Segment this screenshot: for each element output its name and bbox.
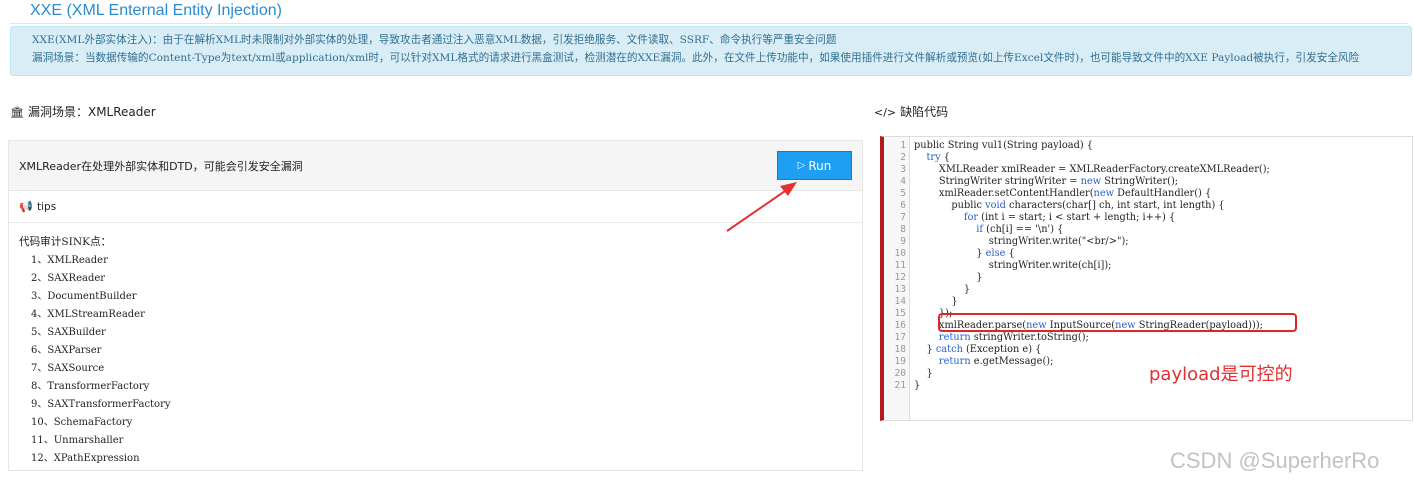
sink-item: 1、XMLReader: [31, 255, 108, 266]
code-line: for (int i = start; i < start + length; …: [963, 212, 1176, 223]
scenario-card: XMLReader在处理外部实体和DTD，可能会引发安全漏洞 ▷ Run 📢 ti…: [8, 140, 863, 471]
payload-annotation: payload是可控的: [1149, 364, 1293, 385]
code-line: return stringWriter.toString();: [938, 332, 1089, 343]
line-number: 15: [894, 308, 906, 319]
sink-item: 5、SAXBuilder: [31, 327, 106, 338]
page-title: XXE (XML Enternal Entity Injection): [30, 2, 282, 19]
scenario-title-text: 漏洞场景：XMLReader: [27, 105, 156, 119]
code-line: if (ch[i] == '\n') {: [976, 224, 1064, 235]
info-alert: XXE(XML外部实体注入)：由于在解析XML时未限制对外部实体的处理，导致攻击…: [10, 26, 1412, 76]
sink-item: 6、SAXParser: [31, 345, 102, 356]
megaphone-icon: 📢: [19, 200, 33, 213]
alert-description: XXE(XML外部实体注入)：由于在解析XML时未限制对外部实体的处理，导致攻击…: [32, 34, 837, 46]
line-number: 9: [900, 236, 906, 247]
code-viewer: 1 2 3 4 5 6 7 8 9 10 11 12 13 14 15 16 17 18 19 20 21 public…: [880, 136, 1413, 421]
line-number: 4: [900, 176, 906, 187]
sink-item: 4、XMLStreamReader: [31, 309, 145, 320]
sink-item: 11、Unmarshaller: [31, 435, 124, 446]
code-line: } else {: [914, 248, 1015, 259]
line-number: 12: [894, 272, 906, 283]
title-divider: [10, 23, 1408, 24]
scenario-section-title: 🏛 漏洞场景：XMLReader: [10, 103, 156, 120]
code-content: public String vul1(String payload) { try…: [914, 140, 1270, 392]
code-line: }: [914, 284, 971, 295]
line-number: 7: [900, 212, 906, 223]
code-line: XMLReader xmlReader = XMLReaderFactory.c…: [914, 164, 1270, 175]
vulnerable-line-highlight: [938, 313, 1297, 332]
line-number: 21: [894, 380, 906, 391]
line-number: 13: [894, 284, 906, 295]
line-number: 6: [900, 200, 906, 211]
code-line: stringWriter.write("<br/>");: [914, 236, 1129, 247]
code-line: StringWriter stringWriter = new StringWr…: [914, 176, 1179, 187]
line-number: 11: [894, 260, 906, 271]
code-line: try {: [926, 152, 950, 163]
line-number: 2: [900, 152, 906, 163]
watermark: CSDN @SuperherRo: [1170, 448, 1380, 473]
code-title-text: 缺陷代码: [900, 105, 949, 119]
code-section-title: </> 缺陷代码: [874, 103, 948, 120]
line-number: 3: [900, 164, 906, 175]
card-header: XMLReader在处理外部实体和DTD，可能会引发安全漏洞 ▷ Run: [9, 141, 862, 191]
sink-item: 3、DocumentBuilder: [31, 291, 137, 302]
line-number-gutter: 1 2 3 4 5 6 7 8 9 10 11 12 13 14 15 16 17 18 19 20 21: [884, 137, 910, 420]
line-number: 1: [900, 140, 906, 151]
sink-item: 2、SAXReader: [31, 273, 106, 284]
code-icon: </>: [874, 106, 897, 119]
line-number: 17: [894, 332, 906, 343]
run-button[interactable]: ▷ Run: [777, 151, 852, 180]
sink-item: 12、XPathExpression: [31, 453, 140, 464]
line-number: 16: [894, 320, 906, 331]
code-line: } catch (Exception e) {: [914, 344, 1042, 355]
line-number: 19: [894, 356, 906, 367]
tips-bar[interactable]: 📢 tips: [9, 192, 862, 223]
line-number: 8: [900, 224, 906, 235]
sink-list: 1、XMLReader 2、SAXReader 3、DocumentBuilder 4…: [31, 252, 171, 468]
line-number: 20: [894, 368, 906, 379]
bank-icon: 🏛: [10, 106, 24, 119]
sink-list-title: 代码审计SINK点：: [19, 236, 112, 248]
play-icon: ▷: [797, 160, 806, 171]
line-number: 5: [900, 188, 906, 199]
line-number: 14: [894, 296, 906, 307]
code-line: stringWriter.write(ch[i]);: [914, 260, 1112, 271]
scenario-description: XMLReader在处理外部实体和DTD，可能会引发安全漏洞: [19, 160, 303, 173]
code-line: xmlReader.setContentHandler(new DefaultH…: [914, 188, 1212, 199]
sink-item: 7、SAXSource: [31, 363, 105, 374]
code-line: }: [914, 296, 958, 307]
sink-item: 9、SAXTransformerFactory: [31, 399, 171, 410]
sink-item: 10、SchemaFactory: [31, 417, 133, 428]
code-line: }: [914, 272, 983, 283]
code-line: public void characters(char[] ch, int st…: [914, 200, 1225, 211]
run-button-label: Run: [808, 158, 832, 173]
code-line: public String vul1(String payload) {: [914, 140, 1094, 151]
tips-label: tips: [37, 201, 57, 213]
line-number: 18: [894, 344, 906, 355]
alert-scenario: 漏洞场景：当数据传输的Content-Type为text/xml或applica…: [32, 52, 1360, 64]
line-number: 10: [894, 248, 906, 259]
sink-item: 8、TransformerFactory: [31, 381, 150, 392]
